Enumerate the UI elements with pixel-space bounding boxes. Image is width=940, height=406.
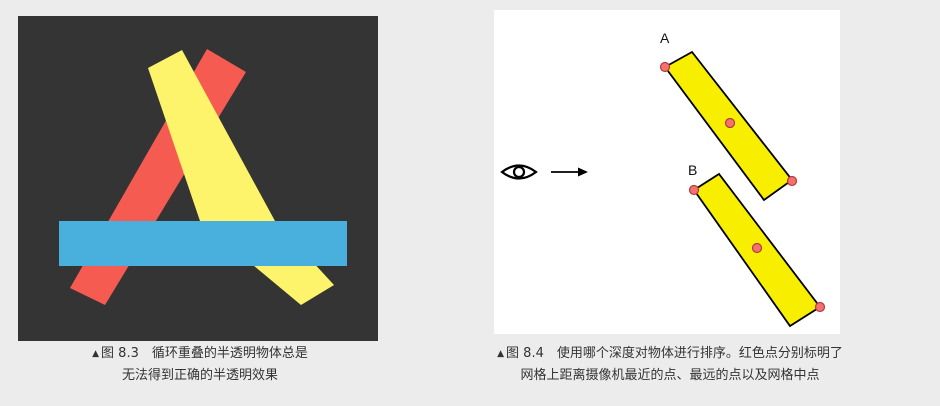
mesh-b-farthest-point	[814, 301, 826, 313]
label-b: B	[688, 162, 697, 178]
figure-8-3-caption: ▲ 图 8.3 循环重叠的半透明物体总是 无法得到正确的半透明效果	[10, 343, 390, 387]
figure-8-4-caption: ▲ 图 8.4 使用哪个深度对物体进行排序。红色点分别标明了 网格上距离摄像机最近…	[420, 343, 920, 387]
caption-marker: ▲	[497, 349, 505, 359]
overlap-figure-panel	[18, 16, 378, 341]
mesh-b-mid-point	[751, 242, 763, 254]
mesh-a-farthest-point	[786, 175, 798, 187]
caption-text: 图 8.3 循环重叠的半透明物体总是	[101, 346, 308, 361]
caption-line-2: 网格上距离摄像机最近的点、最远的点以及网格中点	[520, 368, 820, 383]
caption-line-1: ▲ 图 8.3 循环重叠的半透明物体总是	[10, 343, 390, 365]
depth-sort-figure: A B	[500, 30, 826, 328]
caption-line-1: ▲ 图 8.4 使用哪个深度对物体进行排序。红色点分别标明了	[420, 343, 920, 365]
mesh-a-mid-point	[724, 117, 736, 129]
caption-marker: ▲	[92, 349, 100, 359]
caption-line-2: 无法得到正确的半透明效果	[121, 368, 278, 383]
overlap-figure	[59, 49, 347, 305]
arrow-right-icon	[551, 167, 588, 177]
blue-bar	[59, 221, 347, 266]
caption-text: 图 8.4 使用哪个深度对物体进行排序。红色点分别标明了	[506, 346, 843, 361]
eye-icon	[500, 164, 538, 180]
mesh-a-nearest-point	[659, 61, 671, 73]
depth-sort-figure-panel: A B	[494, 10, 840, 334]
mesh-b-nearest-point	[688, 184, 700, 196]
label-a: A	[660, 30, 670, 46]
